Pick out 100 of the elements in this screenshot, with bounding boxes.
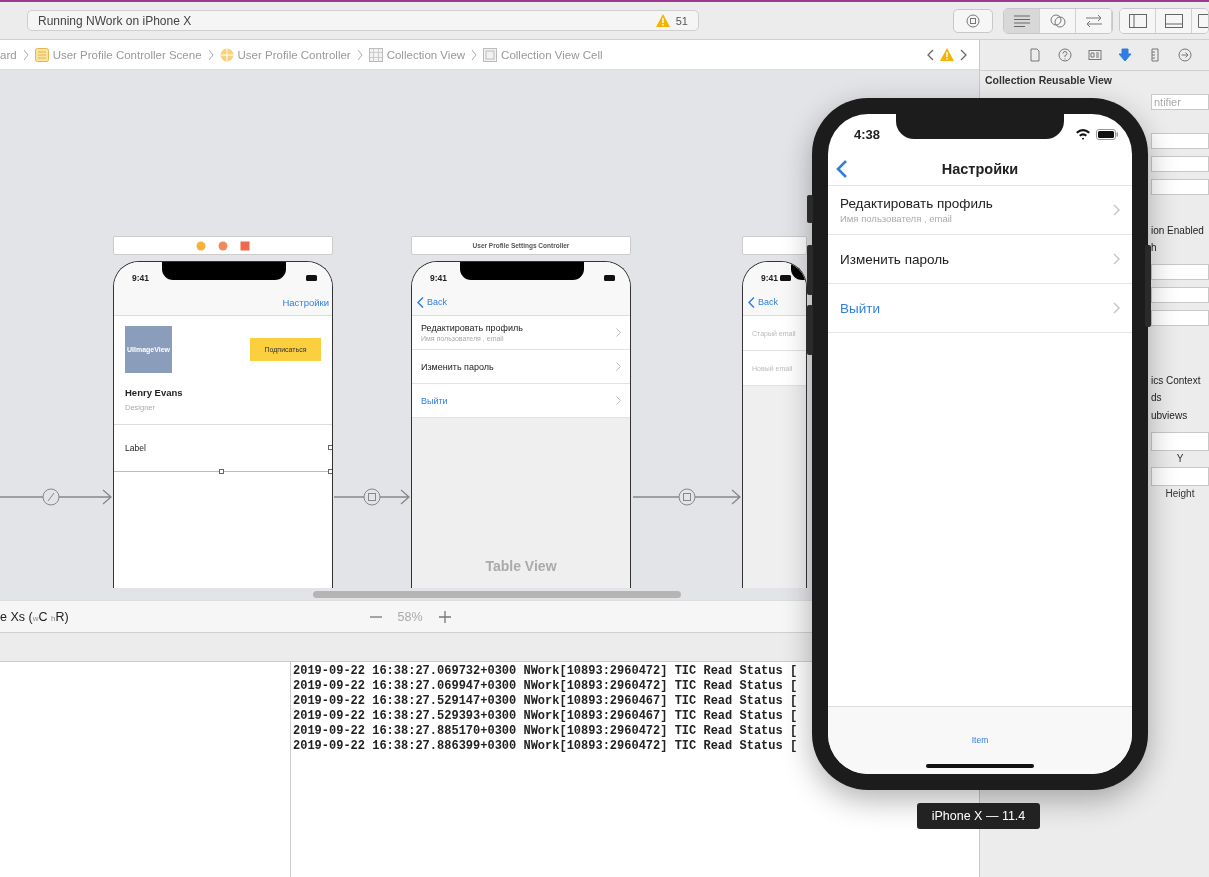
- navigator-toggle-button[interactable]: [1120, 8, 1156, 33]
- back-button[interactable]: Back: [748, 296, 778, 308]
- breadcrumb-item[interactable]: Collection View: [386, 48, 466, 61]
- table-view-label: Table View: [485, 558, 557, 576]
- zoom-level: 58%: [397, 609, 423, 624]
- bottom-panel-icon: [1164, 13, 1183, 28]
- row-title: Редактировать профиль: [421, 323, 523, 333]
- row-title: Выйти: [421, 395, 448, 406]
- input-field[interactable]: [1151, 467, 1209, 486]
- scheme-status-text: Running NWork on iPhone X: [38, 13, 192, 28]
- console-line: 2019-09-22 16:38:27.529147+0300 NWork[10893:2960467] TIC Read Status [: [293, 694, 798, 709]
- console-line: 2019-09-22 16:38:27.885170+0300 NWork[10893:2960472] TIC Read Status [: [293, 724, 798, 739]
- checkbox-label: h: [1151, 241, 1158, 254]
- console-line: 2019-09-22 16:38:27.886399+0300 NWork[10893:2960472] TIC Read Status [: [293, 739, 798, 754]
- left-panel-icon: [1128, 13, 1147, 28]
- segue-icon[interactable]: [678, 488, 696, 506]
- status-time: 9:41: [430, 272, 447, 283]
- scene-icon: [34, 47, 49, 62]
- input-field[interactable]: [1151, 156, 1209, 172]
- console-line: 2019-09-22 16:38:27.069732+0300 NWork[10893:2960472] TIC Read Status [: [293, 664, 798, 679]
- navigation-bar-button[interactable]: Настройки: [282, 296, 329, 308]
- chevron-icon: [22, 48, 29, 61]
- first-responder-icon: [218, 240, 228, 251]
- status-time: 4:38: [854, 126, 881, 142]
- console-line: 2019-09-22 16:38:27.529393+0300 NWork[10893:2960467] TIC Read Status [: [293, 709, 798, 724]
- table-row[interactable]: Выйти: [828, 284, 1132, 333]
- input-field[interactable]: [1151, 179, 1209, 195]
- row-title: Изменить пароль: [421, 361, 494, 372]
- field-caption: Height: [1165, 488, 1195, 499]
- disclosure-icon: [1113, 204, 1120, 216]
- resize-handle[interactable]: [328, 469, 332, 474]
- breadcrumb-item[interactable]: Collection View Cell: [501, 48, 603, 61]
- warning-icon[interactable]: [940, 48, 954, 61]
- back-chevron-icon: [748, 296, 755, 308]
- navigation-title: Настройки: [941, 160, 1019, 177]
- wifi-icon: [1075, 128, 1091, 140]
- forward-chevron-icon[interactable]: [959, 48, 967, 61]
- scene-title-bar[interactable]: [113, 236, 333, 255]
- back-icon[interactable]: [836, 158, 848, 179]
- id-card-icon: [1088, 48, 1102, 62]
- input-field[interactable]: [1151, 310, 1209, 326]
- arrow-circle-icon: [1178, 48, 1192, 62]
- battery-icon: [1096, 128, 1118, 140]
- field-caption: Y: [1176, 453, 1184, 464]
- input-field[interactable]: ntifier: [1151, 94, 1209, 110]
- disclosure-icon: [616, 328, 621, 337]
- input-field[interactable]: [1151, 133, 1209, 149]
- table-row[interactable]: Редактировать профиль Имя пользователя , email: [828, 186, 1132, 235]
- rings-icon: [1048, 13, 1067, 28]
- cell-label: Label: [125, 443, 146, 453]
- editor-mode-control[interactable]: [1003, 7, 1113, 34]
- scene-title-bar[interactable]: [742, 236, 807, 255]
- chevron-icon: [356, 48, 363, 61]
- collection-view-cell[interactable]: Label: [114, 425, 330, 472]
- segue-icon[interactable]: [42, 488, 60, 506]
- stop-icon: [966, 13, 980, 28]
- checkbox-label: ds: [1151, 391, 1163, 404]
- user-name: Henry Evans: [125, 387, 184, 398]
- disclosure-icon: [1113, 253, 1120, 265]
- breadcrumb-item[interactable]: User Profile Controller Scene: [52, 48, 202, 61]
- stop-button[interactable]: [953, 8, 993, 33]
- resize-handle[interactable]: [219, 469, 224, 474]
- row-title: Редактировать профиль: [840, 196, 993, 211]
- checkbox-label: ubviews: [1151, 409, 1189, 422]
- resize-handle[interactable]: [328, 445, 332, 450]
- ruler-icon: [1148, 48, 1162, 62]
- row-title: Изменить пароль: [840, 251, 950, 267]
- disclosure-icon: [616, 396, 621, 405]
- breadcrumb-item[interactable]: ard: [0, 48, 17, 61]
- tab-bar-item[interactable]: Item: [971, 735, 989, 747]
- zoom-in-icon[interactable]: [437, 609, 452, 624]
- segue-icon[interactable]: [363, 488, 381, 506]
- grid-icon: [368, 47, 383, 62]
- back-chevron-icon[interactable]: [927, 48, 935, 61]
- standard-editor-button[interactable]: [1004, 8, 1040, 33]
- input-field[interactable]: [1151, 432, 1209, 451]
- warning-count: 51: [675, 14, 688, 27]
- question-icon: [1058, 48, 1072, 62]
- lines-icon: [1012, 14, 1031, 27]
- simulator-device-label: iPhone X — 11.4: [917, 803, 1040, 829]
- arrows-icon: [1083, 13, 1104, 28]
- inspector-title: Collection Reusable View: [984, 73, 1113, 86]
- chevron-icon: [207, 48, 214, 61]
- checkbox-label: ics Context: [1151, 374, 1202, 387]
- controller-icon: [196, 240, 206, 251]
- checkbox-label: ion Enabled: [1151, 224, 1205, 237]
- input-field[interactable]: [1151, 264, 1209, 280]
- battery-icon: [306, 274, 318, 281]
- row-title: Выйти: [840, 300, 880, 316]
- panel-toggle-control[interactable]: [1119, 7, 1209, 34]
- table-row[interactable]: Изменить пароль: [828, 235, 1132, 284]
- row-subtitle: Имя пользователя , email: [840, 213, 953, 224]
- status-time: 9:41: [761, 272, 778, 283]
- back-button[interactable]: Back: [417, 296, 447, 308]
- input-field[interactable]: [1151, 287, 1209, 303]
- breadcrumb-item[interactable]: User Profile Controller: [237, 48, 351, 61]
- disclosure-icon: [616, 362, 621, 371]
- exit-icon: [240, 240, 250, 251]
- scroll-bar[interactable]: [313, 591, 681, 598]
- chevron-icon: [471, 48, 478, 61]
